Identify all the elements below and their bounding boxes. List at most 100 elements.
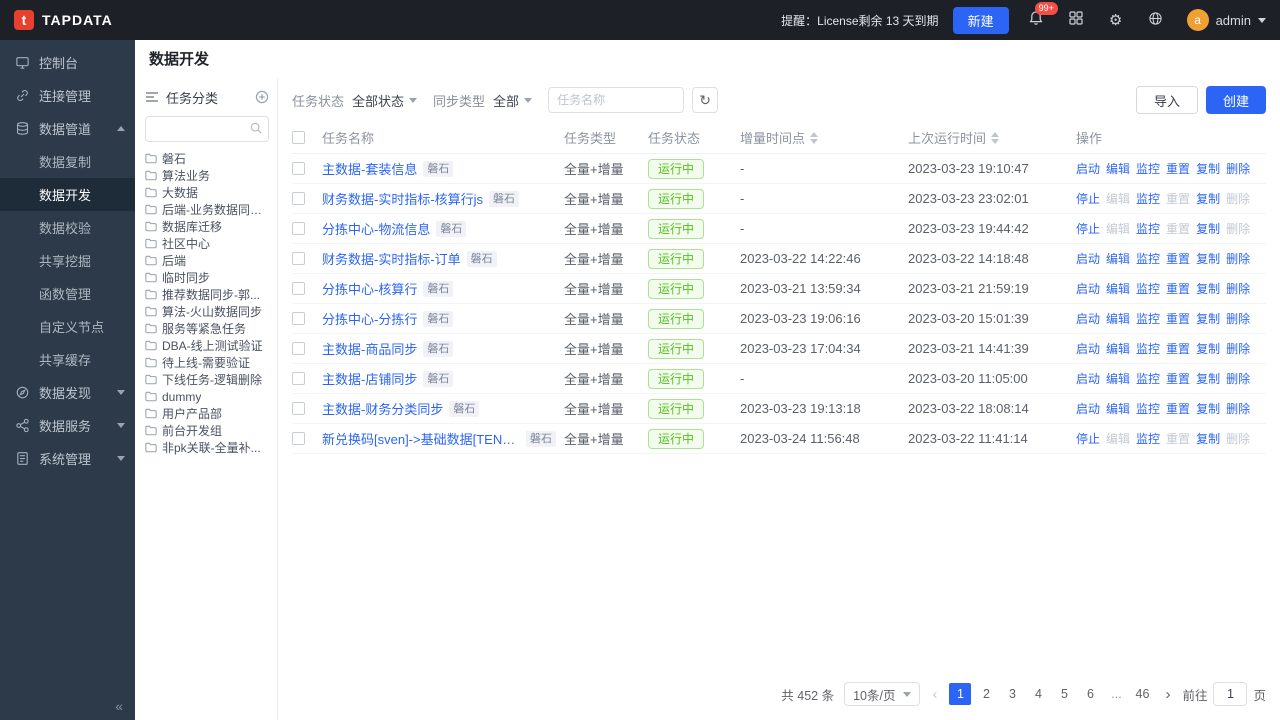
action-delete-link[interactable]: 删除 <box>1226 280 1250 297</box>
brand[interactable]: t TAPDATA <box>14 10 113 30</box>
row-checkbox[interactable] <box>292 222 305 235</box>
tree-item[interactable]: 非pk关联-全量补... <box>145 439 269 456</box>
tree-item[interactable]: 算法-火山数据同步 <box>145 303 269 320</box>
action-monitor-link[interactable]: 监控 <box>1136 220 1160 237</box>
task-name-link[interactable]: 主数据-财务分类同步 <box>322 399 443 418</box>
prev-page-button[interactable]: ‹ <box>930 686 939 703</box>
action-copy-link[interactable]: 复制 <box>1196 340 1220 357</box>
sidebar-item-shared-mining[interactable]: 共享挖掘 <box>0 244 135 277</box>
action-copy-link[interactable]: 复制 <box>1196 400 1220 417</box>
row-checkbox[interactable] <box>292 162 305 175</box>
action-edit-link[interactable]: 编辑 <box>1106 370 1130 387</box>
action-copy-link[interactable]: 复制 <box>1196 220 1220 237</box>
page-button[interactable]: 1 <box>949 683 972 705</box>
action-reset-link[interactable]: 重置 <box>1166 340 1190 357</box>
action-start-link[interactable]: 启动 <box>1076 280 1100 297</box>
sidebar-item-function-management[interactable]: 函数管理 <box>0 277 135 310</box>
action-start-link[interactable]: 启动 <box>1076 400 1100 417</box>
tree-item[interactable]: 下线任务-逻辑删除 <box>145 371 269 388</box>
tree-item[interactable]: DBA-线上测试验证 <box>145 337 269 354</box>
action-edit-link[interactable]: 编辑 <box>1106 310 1130 327</box>
action-start-link[interactable]: 启动 <box>1076 310 1100 327</box>
collapse-tree-icon[interactable] <box>145 91 159 103</box>
action-edit-link[interactable]: 编辑 <box>1106 400 1130 417</box>
action-edit-link[interactable]: 编辑 <box>1106 160 1130 177</box>
tree-item[interactable]: 推荐数据同步-郭... <box>145 286 269 303</box>
action-copy-link[interactable]: 复制 <box>1196 280 1220 297</box>
action-monitor-link[interactable]: 监控 <box>1136 190 1160 207</box>
sidebar-group-system[interactable]: 系统管理 <box>0 442 135 475</box>
settings-button[interactable]: ⚙ <box>1103 7 1129 33</box>
tree-item[interactable]: dummy <box>145 388 269 405</box>
select-all-checkbox[interactable] <box>292 131 305 144</box>
task-name-link[interactable]: 主数据-商品同步 <box>322 339 417 358</box>
row-checkbox[interactable] <box>292 342 305 355</box>
page-button[interactable]: 6 <box>1079 683 1101 705</box>
task-search-input[interactable] <box>557 93 676 107</box>
row-checkbox[interactable] <box>292 192 305 205</box>
type-filter-select[interactable]: 全部 <box>493 91 533 110</box>
action-reset-link[interactable]: 重置 <box>1166 160 1190 177</box>
page-button[interactable]: 5 <box>1053 683 1075 705</box>
notifications-button[interactable]: 99+ <box>1023 2 1058 33</box>
new-button[interactable]: 新建 <box>952 6 1009 34</box>
tree-item[interactable]: 大数据 <box>145 184 269 201</box>
sort-icon[interactable] <box>991 131 1000 144</box>
action-delete-link[interactable]: 删除 <box>1226 400 1250 417</box>
action-reset-link[interactable]: 重置 <box>1166 280 1190 297</box>
action-delete-link[interactable]: 删除 <box>1226 310 1250 327</box>
add-category-button[interactable] <box>255 90 269 104</box>
action-monitor-link[interactable]: 监控 <box>1136 340 1160 357</box>
tree-item[interactable]: 后端 <box>145 252 269 269</box>
action-stop-link[interactable]: 停止 <box>1076 190 1100 207</box>
sidebar-item-data-development[interactable]: 数据开发 <box>0 178 135 211</box>
action-edit-link[interactable]: 编辑 <box>1106 340 1130 357</box>
import-button[interactable]: 导入 <box>1135 86 1198 114</box>
task-name-link[interactable]: 财务数据-实时指标-核算行js <box>322 189 483 208</box>
tree-item[interactable]: 数据库迁移 <box>145 218 269 235</box>
refresh-button[interactable]: ↻ <box>692 87 719 113</box>
action-reset-link[interactable]: 重置 <box>1166 250 1190 267</box>
tree-item[interactable]: 用户产品部 <box>145 405 269 422</box>
tree-item[interactable]: 社区中心 <box>145 235 269 252</box>
action-start-link[interactable]: 启动 <box>1076 250 1100 267</box>
action-monitor-link[interactable]: 监控 <box>1136 160 1160 177</box>
action-copy-link[interactable]: 复制 <box>1196 430 1220 447</box>
apps-button[interactable] <box>1063 7 1089 33</box>
task-name-link[interactable]: 分拣中心-分拣行 <box>322 309 417 328</box>
tree-item[interactable]: 临时同步 <box>145 269 269 286</box>
action-monitor-link[interactable]: 监控 <box>1136 430 1160 447</box>
sidebar-group-pipeline[interactable]: 数据管道 <box>0 112 135 145</box>
action-copy-link[interactable]: 复制 <box>1196 250 1220 267</box>
action-delete-link[interactable]: 删除 <box>1226 340 1250 357</box>
task-name-link[interactable]: 财务数据-实时指标-订单 <box>322 249 461 268</box>
action-copy-link[interactable]: 复制 <box>1196 160 1220 177</box>
task-name-link[interactable]: 主数据-店铺同步 <box>322 369 417 388</box>
action-monitor-link[interactable]: 监控 <box>1136 250 1160 267</box>
page-size-select[interactable]: 10条/页 <box>844 682 921 706</box>
collapse-sidebar-icon[interactable]: « <box>115 698 123 714</box>
action-reset-link[interactable]: 重置 <box>1166 370 1190 387</box>
action-monitor-link[interactable]: 监控 <box>1136 400 1160 417</box>
user-menu[interactable]: a admin <box>1186 9 1266 31</box>
action-monitor-link[interactable]: 监控 <box>1136 370 1160 387</box>
page-button[interactable]: 46 <box>1131 683 1153 705</box>
action-stop-link[interactable]: 停止 <box>1076 220 1100 237</box>
task-name-link[interactable]: 分拣中心-核算行 <box>322 279 417 298</box>
sidebar-item-custom-node[interactable]: 自定义节点 <box>0 310 135 343</box>
row-checkbox[interactable] <box>292 372 305 385</box>
action-delete-link[interactable]: 删除 <box>1226 160 1250 177</box>
action-start-link[interactable]: 启动 <box>1076 340 1100 357</box>
row-checkbox[interactable] <box>292 402 305 415</box>
tree-item[interactable]: 磐石 <box>145 150 269 167</box>
action-monitor-link[interactable]: 监控 <box>1136 280 1160 297</box>
sidebar-item-connections[interactable]: 连接管理 <box>0 79 135 112</box>
language-button[interactable] <box>1143 7 1169 33</box>
action-start-link[interactable]: 启动 <box>1076 160 1100 177</box>
page-button[interactable]: 2 <box>975 683 997 705</box>
create-button[interactable]: 创建 <box>1205 86 1266 114</box>
action-reset-link[interactable]: 重置 <box>1166 400 1190 417</box>
action-edit-link[interactable]: 编辑 <box>1106 250 1130 267</box>
next-page-button[interactable]: › <box>1163 686 1172 703</box>
column-header-incremental-time[interactable]: 增量时间点 <box>740 128 908 147</box>
